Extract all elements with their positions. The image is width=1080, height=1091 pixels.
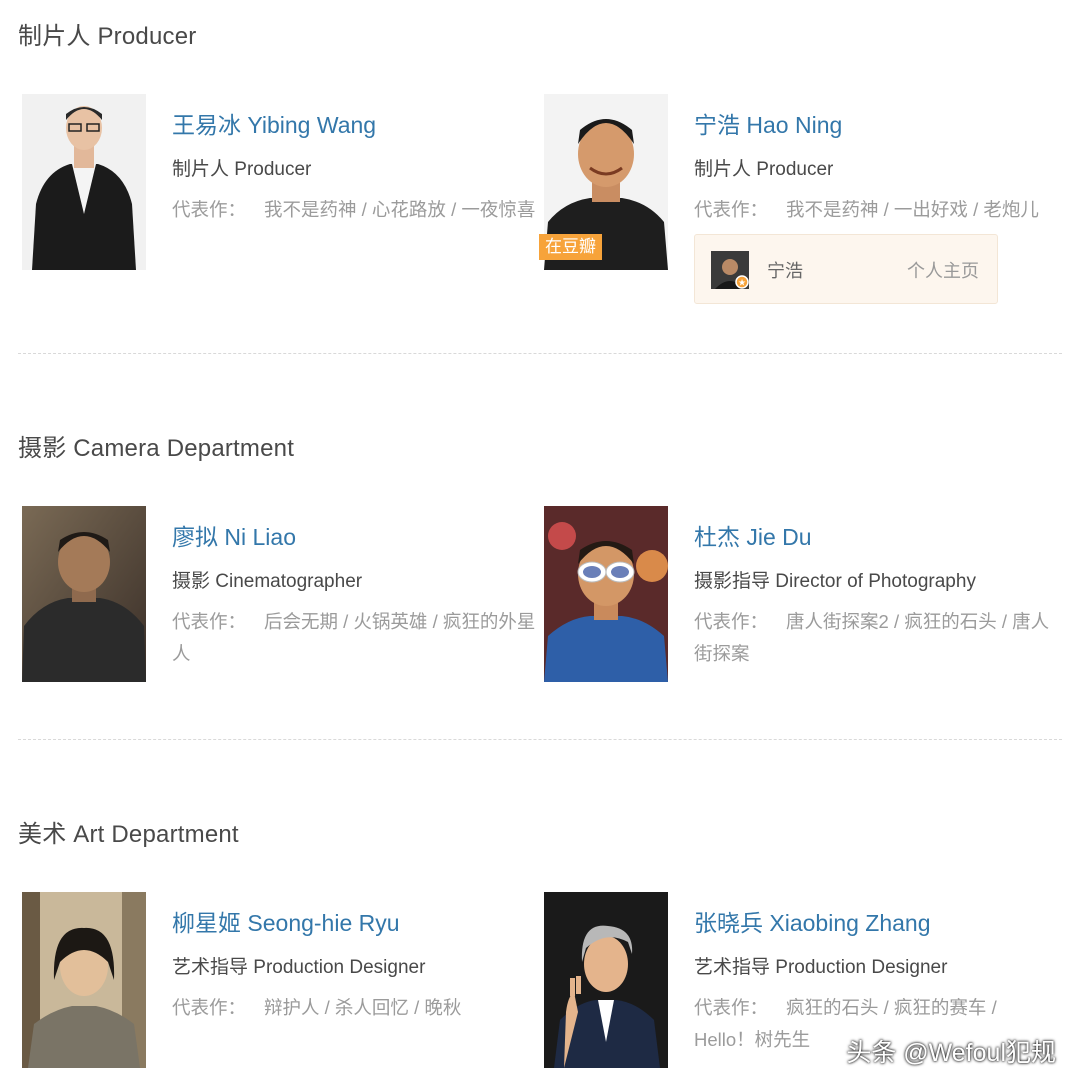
person-role: 艺术指导 Production Designer	[694, 957, 948, 978]
toutiao-watermark: 头条 @Wefoul犯规	[846, 1039, 1056, 1067]
section-divider	[18, 739, 1062, 740]
works-list: 我不是药神 / 心花路放 / 一夜惊喜	[264, 199, 536, 220]
person-photo[interactable]	[22, 94, 146, 270]
representative-works: 代表作： 我不是药神 / 心花路放 / 一夜惊喜	[172, 194, 540, 226]
portrait-image	[22, 892, 146, 1068]
person-name-link[interactable]: 杜杰 Jie Du	[694, 518, 812, 552]
works-label: 代表作：	[694, 611, 769, 632]
section-title-producer: 制片人 Producer	[18, 23, 197, 50]
works-list: 我不是药神 / 一出好戏 / 老炮儿	[786, 199, 1039, 220]
person-name-link[interactable]: 张晓兵 Xiaobing Zhang	[694, 904, 931, 938]
person-name-link[interactable]: 宁浩 Hao Ning	[694, 106, 842, 140]
portrait-image	[544, 892, 668, 1068]
portrait-image	[22, 506, 146, 682]
person-name-link[interactable]: 王易冰 Yibing Wang	[172, 106, 376, 140]
person-role: 摄影 Cinematographer	[172, 571, 363, 592]
person-photo[interactable]	[22, 506, 146, 682]
works-list: 辩护人 / 杀人回忆 / 晚秋	[264, 997, 462, 1018]
section-title-camera: 摄影 Camera Department	[18, 435, 295, 462]
person-card-ni-liao: 廖拟 Ni Liao 摄影 Cinematographer 代表作： 后会无期 /…	[22, 506, 542, 686]
profile-avatar: ★	[711, 251, 749, 289]
works-label: 代表作：	[694, 997, 769, 1018]
representative-works: 代表作： 后会无期 / 火锅英雄 / 疯狂的外星人	[172, 606, 540, 670]
person-role: 制片人 Producer	[694, 159, 834, 180]
person-photo[interactable]	[544, 506, 668, 682]
person-photo[interactable]	[544, 892, 668, 1068]
works-label: 代表作：	[172, 199, 247, 220]
works-label: 代表作：	[694, 199, 769, 220]
works-label: 代表作：	[172, 997, 247, 1018]
profile-name: 宁浩	[767, 261, 803, 281]
douban-profile-card[interactable]: ★ 宁浩 个人主页	[694, 234, 998, 304]
svg-text:★: ★	[738, 279, 746, 289]
person-photo[interactable]	[22, 892, 146, 1068]
person-role: 摄影指导 Director of Photography	[694, 571, 976, 592]
douban-badge[interactable]: 在豆瓣	[539, 234, 602, 260]
person-card-seong-hie-ryu: 柳星姬 Seong-hie Ryu 艺术指导 Production Design…	[22, 892, 542, 1072]
person-card-hao-ning: 在豆瓣 宁浩 Hao Ning 制片人 Producer 代表作： 我不是药神 /…	[539, 94, 1064, 304]
representative-works: 代表作： 我不是药神 / 一出好戏 / 老炮儿	[694, 194, 1062, 226]
section-divider	[18, 353, 1062, 354]
personal-homepage-link[interactable]: 个人主页	[907, 257, 979, 283]
portrait-image	[544, 506, 668, 682]
person-role: 艺术指导 Production Designer	[172, 957, 426, 978]
person-card-yibing-wang: 王易冰 Yibing Wang 制片人 Producer 代表作： 我不是药神 /…	[22, 94, 542, 274]
person-name-link[interactable]: 柳星姬 Seong-hie Ryu	[172, 904, 400, 938]
works-label: 代表作：	[172, 611, 247, 632]
representative-works: 代表作： 唐人街探案2 / 疯狂的石头 / 唐人街探案	[694, 606, 1062, 670]
representative-works: 代表作： 辩护人 / 杀人回忆 / 晚秋	[172, 992, 540, 1024]
person-card-jie-du: 杜杰 Jie Du 摄影指导 Director of Photography 代…	[544, 506, 1064, 686]
portrait-image	[22, 94, 146, 270]
section-title-art: 美术 Art Department	[18, 821, 239, 848]
person-role: 制片人 Producer	[172, 159, 312, 180]
person-name-link[interactable]: 廖拟 Ni Liao	[172, 518, 296, 552]
